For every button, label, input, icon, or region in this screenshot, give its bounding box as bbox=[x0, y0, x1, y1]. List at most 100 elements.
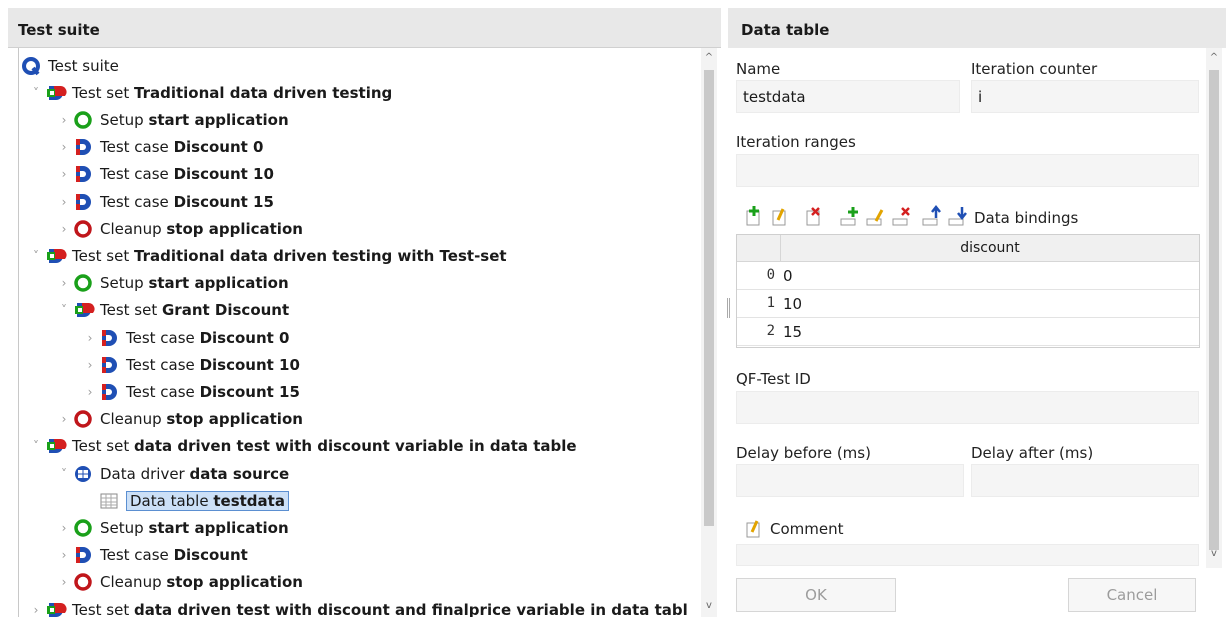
column-header-discount[interactable]: discount bbox=[781, 240, 1199, 256]
chevron-right-icon[interactable]: › bbox=[55, 412, 73, 426]
chevron-down-icon[interactable]: ˅ bbox=[55, 303, 73, 317]
data-table-panel: Data table Name testdata Iteration count… bbox=[728, 8, 1226, 617]
tree-item[interactable]: › Test case Discount 15 bbox=[55, 188, 274, 215]
tree-item[interactable]: ˅ Test set data driven test with discount… bbox=[27, 433, 577, 460]
tree-item[interactable]: › Cleanup stop application bbox=[55, 215, 303, 242]
table-cell[interactable]: 10 bbox=[783, 295, 802, 313]
tree-item-name: data source bbox=[189, 464, 290, 483]
move-up-icon[interactable] bbox=[922, 204, 942, 226]
setup-icon bbox=[73, 110, 95, 130]
chevron-down-icon[interactable]: ˅ bbox=[27, 86, 45, 100]
table-row[interactable]: 1 10 bbox=[737, 290, 1199, 318]
tree-item[interactable]: › Setup start application bbox=[55, 106, 289, 133]
details-scrollbar[interactable]: ^ v bbox=[1206, 48, 1222, 568]
chevron-right-icon[interactable]: › bbox=[55, 113, 73, 127]
tree-item[interactable]: › Cleanup stop application bbox=[55, 569, 303, 596]
chevron-right-icon[interactable]: › bbox=[81, 331, 99, 345]
testset-icon bbox=[45, 246, 67, 266]
tree-item[interactable]: › Test set data driven test with discount… bbox=[27, 596, 688, 617]
tree-scrollbar[interactable]: ^ v bbox=[701, 48, 717, 617]
table-row[interactable]: 0 0 bbox=[737, 262, 1199, 290]
table-cell[interactable]: 0 bbox=[783, 267, 793, 285]
chevron-right-icon[interactable]: › bbox=[55, 575, 73, 589]
scroll-down-icon[interactable]: v bbox=[1209, 548, 1219, 559]
chevron-down-icon[interactable]: ˅ bbox=[55, 467, 73, 481]
tree-item-name: start application bbox=[148, 110, 289, 129]
setup-icon bbox=[73, 518, 95, 538]
tree-item-label: Data table testdata bbox=[126, 490, 289, 511]
tree-item[interactable]: › Test case Discount 0 bbox=[81, 324, 290, 351]
tree-item[interactable]: Data table testdata bbox=[81, 487, 289, 514]
cancel-button[interactable]: Cancel bbox=[1068, 578, 1196, 612]
tree-item[interactable]: › Setup start application bbox=[55, 514, 289, 541]
comment-field[interactable] bbox=[736, 544, 1199, 566]
iteration-counter-field[interactable]: i bbox=[971, 80, 1199, 113]
tree-item-name: Discount 0 bbox=[173, 138, 264, 157]
delay-before-field[interactable] bbox=[736, 464, 964, 497]
chevron-right-icon[interactable]: › bbox=[55, 140, 73, 154]
ok-button[interactable]: OK bbox=[736, 578, 896, 612]
add-column-icon[interactable] bbox=[840, 204, 860, 226]
chevron-right-icon[interactable]: › bbox=[81, 385, 99, 399]
delay-after-field[interactable] bbox=[971, 464, 1199, 497]
chevron-right-icon[interactable]: › bbox=[55, 276, 73, 290]
scroll-up-icon[interactable]: ^ bbox=[704, 52, 714, 63]
tree-item-label: Test set data driven test with discount … bbox=[72, 601, 688, 617]
delete-row-icon[interactable] bbox=[804, 204, 824, 226]
add-row-icon[interactable] bbox=[744, 204, 764, 226]
tree-item[interactable]: ˅ Data driver data source bbox=[55, 460, 289, 487]
scroll-up-icon[interactable]: ^ bbox=[1209, 52, 1219, 63]
tree-item[interactable]: › Test case Discount 15 bbox=[81, 378, 300, 405]
chevron-right-icon[interactable]: › bbox=[55, 222, 73, 236]
chevron-right-icon[interactable]: › bbox=[55, 195, 73, 209]
details-scrollbar-thumb[interactable] bbox=[1209, 70, 1219, 550]
tree-item[interactable]: › Test case Discount bbox=[55, 542, 248, 569]
tree-item[interactable]: › Cleanup stop application bbox=[55, 406, 303, 433]
delete-column-icon[interactable] bbox=[892, 204, 912, 226]
tree-item-type: Test set bbox=[100, 301, 162, 320]
tree-item[interactable]: Test suite bbox=[19, 52, 119, 79]
name-field[interactable]: testdata bbox=[736, 80, 960, 113]
tree-item-type: Test set bbox=[72, 600, 134, 617]
tree-item[interactable]: › Test case Discount 10 bbox=[81, 351, 300, 378]
move-down-icon[interactable] bbox=[948, 204, 968, 226]
tree-item-label: Test case Discount 15 bbox=[126, 383, 300, 401]
tree-item[interactable]: › Test case Discount 0 bbox=[55, 134, 264, 161]
chevron-right-icon[interactable]: › bbox=[27, 603, 45, 617]
chevron-right-icon[interactable]: › bbox=[55, 521, 73, 535]
data-bindings-table[interactable]: discount 0 0 1 10 2 15 bbox=[736, 234, 1200, 348]
name-label: Name bbox=[736, 60, 781, 78]
tree-item-label: Setup start application bbox=[100, 111, 289, 129]
tree-item[interactable]: ˅ Test set Traditional data driven testin… bbox=[27, 242, 507, 269]
tree-item[interactable]: › Setup start application bbox=[55, 270, 289, 297]
tree-item-type: Data table bbox=[130, 491, 214, 510]
edit-row-icon[interactable] bbox=[770, 204, 790, 226]
chevron-right-icon[interactable]: › bbox=[55, 548, 73, 562]
testset-icon bbox=[45, 600, 67, 617]
table-cell[interactable]: 15 bbox=[783, 323, 802, 341]
tree-item-type: Cleanup bbox=[100, 410, 167, 429]
chevron-right-icon[interactable]: › bbox=[55, 167, 73, 181]
comment-edit-icon[interactable] bbox=[744, 516, 764, 538]
tree-item[interactable]: ˅ Test set Traditional data driven testin… bbox=[27, 79, 392, 106]
chevron-down-icon[interactable]: ˅ bbox=[27, 439, 45, 453]
testset-icon bbox=[45, 436, 67, 456]
tree-item-label: Setup start application bbox=[100, 519, 289, 537]
tree-item-name: Discount 10 bbox=[173, 165, 274, 184]
tree-item-name: testdata bbox=[213, 491, 285, 510]
testcase-icon bbox=[99, 355, 121, 375]
scroll-down-icon[interactable]: v bbox=[704, 600, 714, 611]
iteration-ranges-field[interactable] bbox=[736, 154, 1199, 187]
testcase-icon bbox=[99, 382, 121, 402]
table-row[interactable]: 2 15 bbox=[737, 318, 1199, 346]
tree-item[interactable]: › Test case Discount 10 bbox=[55, 161, 274, 188]
test-suite-tree[interactable]: Test suite ˅ Test set Traditional data dri… bbox=[18, 48, 723, 617]
data-bindings-label: Data bindings bbox=[974, 209, 1079, 227]
qf-test-id-field[interactable] bbox=[736, 391, 1199, 424]
tree-scrollbar-thumb[interactable] bbox=[704, 70, 714, 526]
delay-after-label: Delay after (ms) bbox=[971, 444, 1094, 462]
chevron-down-icon[interactable]: ˅ bbox=[27, 249, 45, 263]
chevron-right-icon[interactable]: › bbox=[81, 358, 99, 372]
edit-column-icon[interactable] bbox=[866, 204, 886, 226]
tree-item[interactable]: ˅ Test set Grant Discount bbox=[55, 297, 289, 324]
